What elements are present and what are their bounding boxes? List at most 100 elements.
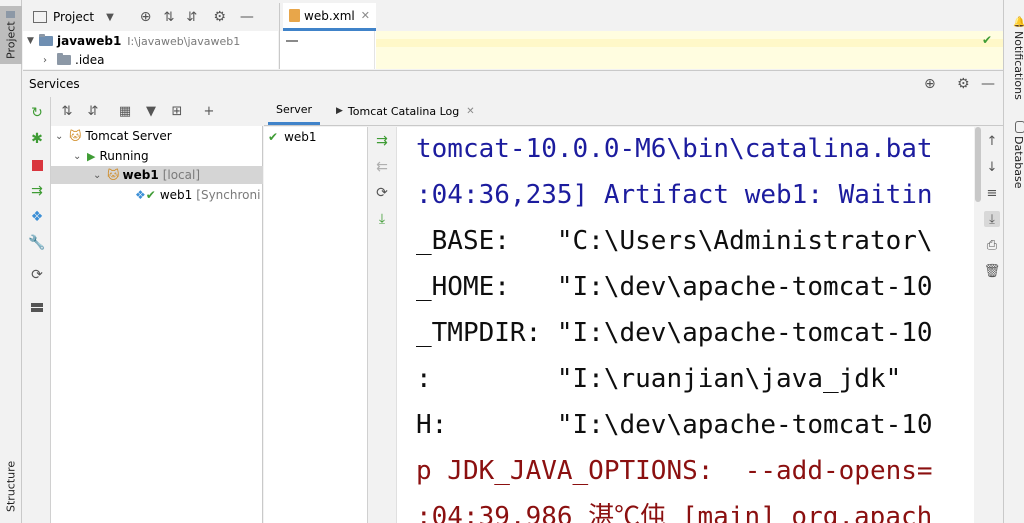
locate-icon[interactable]: ⊕ <box>140 9 152 25</box>
tab-tomcat-catalina-log[interactable]: ▶ Tomcat Catalina Log ✕ <box>328 97 483 125</box>
editor-line-highlight <box>376 31 1003 69</box>
current-line-highlight <box>376 39 1003 47</box>
soft-wrap-icon[interactable]: ≡ <box>984 185 1000 201</box>
chevron-right-icon[interactable]: › <box>43 55 57 66</box>
scroll-to-end-icon[interactable]: ⤓ <box>984 211 1000 227</box>
project-panel-header: Project ▼ ⊕ ⇅ ⇵ ⚙ — <box>23 3 278 31</box>
gear-icon[interactable]: ⚙ <box>957 76 970 92</box>
module-folder-icon <box>39 34 53 46</box>
editor-gutter-divider <box>374 31 375 69</box>
print-icon[interactable]: ⎙ <box>984 237 1000 253</box>
chevron-down-icon[interactable]: ⌄ <box>55 131 69 142</box>
arrow-down-icon[interactable]: ↓ <box>984 159 1000 175</box>
tree-row-root[interactable]: ▼ javaweb1 I:\javaweb\javaweb1 <box>27 32 240 50</box>
console-line: _BASE: "C:\Users\Administrator\ <box>416 226 933 256</box>
editor-content[interactable]: ✔ <box>279 31 1003 69</box>
tool-tab-notifications-label: Notifications <box>1012 31 1024 101</box>
collapse-all-icon[interactable]: ⇵ <box>83 101 103 121</box>
layout-icon[interactable] <box>28 298 46 316</box>
deployment-label: web1 <box>284 130 317 144</box>
tree-row-web1-config[interactable]: ⌄ 🐱 web1 [local] <box>51 166 263 184</box>
chevron-down-icon[interactable]: ⌄ <box>93 170 107 181</box>
check-icon: ✔ <box>145 188 156 202</box>
editor-tab-web-xml[interactable]: web.xml ✕ <box>283 3 376 31</box>
undeploy-icon[interactable]: ⇇ <box>373 158 391 176</box>
web1-artifact-label: web1 <box>159 188 193 202</box>
chevron-down-icon[interactable]: ▼ <box>27 36 39 46</box>
console-line: tomcat-10.0.0-M6\bin\catalina.bat <box>416 134 933 164</box>
tool-tab-project[interactable]: Project <box>0 6 22 64</box>
web1-artifact-status: [Synchroni <box>196 188 261 202</box>
chevron-down-icon[interactable]: ▼ <box>106 12 114 23</box>
vertical-scrollbar[interactable] <box>975 127 981 202</box>
tool-tab-database[interactable]: Database <box>1004 120 1024 190</box>
chevron-down-icon[interactable]: ⌄ <box>73 151 87 162</box>
console-line: : "I:\ruanjian\java_jdk" <box>416 364 902 394</box>
tomcat-icon: 🐱 <box>69 129 82 143</box>
tool-tab-structure[interactable]: Structure <box>0 455 22 517</box>
tool-tab-database-label: Database <box>1012 136 1024 189</box>
refresh-icon[interactable]: ⟳ <box>28 266 46 284</box>
console-line: _TMPDIR: "I:\dev\apache-tomcat-10 <box>416 318 933 348</box>
deploy-icon[interactable]: ⇉ <box>28 182 46 200</box>
running-label: Running <box>99 149 149 163</box>
tomcat-run-icon: 🐱 <box>107 168 120 182</box>
database-icon <box>1015 121 1024 134</box>
expand-all-icon[interactable]: ⇅ <box>164 10 175 25</box>
run-icon: ▶ <box>87 149 96 163</box>
console-icon: ▶ <box>336 106 343 116</box>
folder-icon <box>6 10 16 18</box>
expand-all-icon[interactable]: ⇅ <box>57 101 77 121</box>
stop-icon[interactable] <box>28 156 46 174</box>
collapse-all-icon[interactable]: ⇵ <box>186 10 197 25</box>
debug-icon[interactable]: ✱ <box>28 130 46 148</box>
console-line: H: "I:\dev\apache-tomcat-10 <box>416 410 933 440</box>
group-by-icon[interactable]: ▦ <box>115 101 135 121</box>
trash-icon[interactable]: 🗑 <box>984 263 1001 279</box>
services-title: Services <box>29 77 80 91</box>
services-tree: ⌄ 🐱 Tomcat Server ⌄ ▶ Running ⌄ 🐱 web1 [… <box>51 126 263 523</box>
console-line: :04:39.986 湛℃伅 [main] org.apach <box>416 502 933 523</box>
tab-log-label: Tomcat Catalina Log <box>347 104 460 118</box>
tab-server-label: Server <box>276 103 313 116</box>
left-tool-strip: Project Structure <box>0 0 22 523</box>
close-icon[interactable]: ✕ <box>361 9 370 22</box>
project-view-icon <box>33 11 47 23</box>
close-icon[interactable]: ✕ <box>466 106 474 117</box>
gear-icon[interactable]: ⚙ <box>213 9 226 25</box>
new-tab-icon[interactable]: ⊞ <box>167 101 187 121</box>
artifact-icon: ❖ <box>135 188 146 202</box>
tree-row-web1-artifact[interactable]: ❖ ✔ web1 [Synchroni <box>135 186 260 204</box>
tab-server[interactable]: Server <box>268 97 321 125</box>
minimize-icon[interactable]: — <box>240 9 254 25</box>
folder-icon <box>57 53 71 65</box>
artifact-icon[interactable]: ❖ <box>28 208 46 226</box>
idea-folder-label: .idea <box>75 53 105 67</box>
wrench-icon[interactable]: 🔧 <box>28 234 46 252</box>
tool-tab-notifications[interactable]: 🔔 Notifications <box>1004 8 1024 108</box>
project-view-selector[interactable]: Project <box>53 10 94 24</box>
download-icon[interactable]: ⤓ <box>373 210 391 228</box>
deployment-item[interactable]: ✔ web1 <box>268 128 317 146</box>
root-name: javaweb1 <box>57 34 122 48</box>
console-toolbar: ↑ ↓ ≡ ⤓ ⎙ 🗑 <box>974 127 1003 523</box>
deploy-icon[interactable]: ⇉ <box>373 132 391 150</box>
tree-row-idea[interactable]: › .idea <box>43 51 105 69</box>
filter-icon[interactable]: ▼ <box>141 101 161 121</box>
web1-config-label: web1 <box>122 168 159 182</box>
rerun-icon[interactable]: ↻ <box>28 104 46 122</box>
deployment-actions: ⇉ ⇇ ⟳ ⤓ <box>369 127 397 523</box>
locate-icon[interactable]: ⊕ <box>924 76 936 92</box>
service-detail-tabs: Server ▶ Tomcat Catalina Log ✕ <box>264 97 1003 126</box>
tomcat-server-label: Tomcat Server <box>85 129 172 143</box>
arrow-up-icon[interactable]: ↑ <box>984 133 1000 149</box>
console-output[interactable]: tomcat-10.0.0-M6\bin\catalina.bat :04:36… <box>397 127 974 523</box>
services-header: Services ⊕ ⚙ — <box>23 70 1003 97</box>
tree-row-running[interactable]: ⌄ ▶ Running <box>73 147 149 165</box>
refresh-icon[interactable]: ⟳ <box>373 184 391 202</box>
tree-row-tomcat-server[interactable]: ⌄ 🐱 Tomcat Server <box>55 127 172 145</box>
minimize-icon[interactable]: — <box>981 76 995 92</box>
console-line: :04:36,235] Artifact web1: Waitin <box>416 180 933 210</box>
xml-file-icon <box>289 9 300 22</box>
add-service-icon[interactable]: + <box>199 101 219 121</box>
